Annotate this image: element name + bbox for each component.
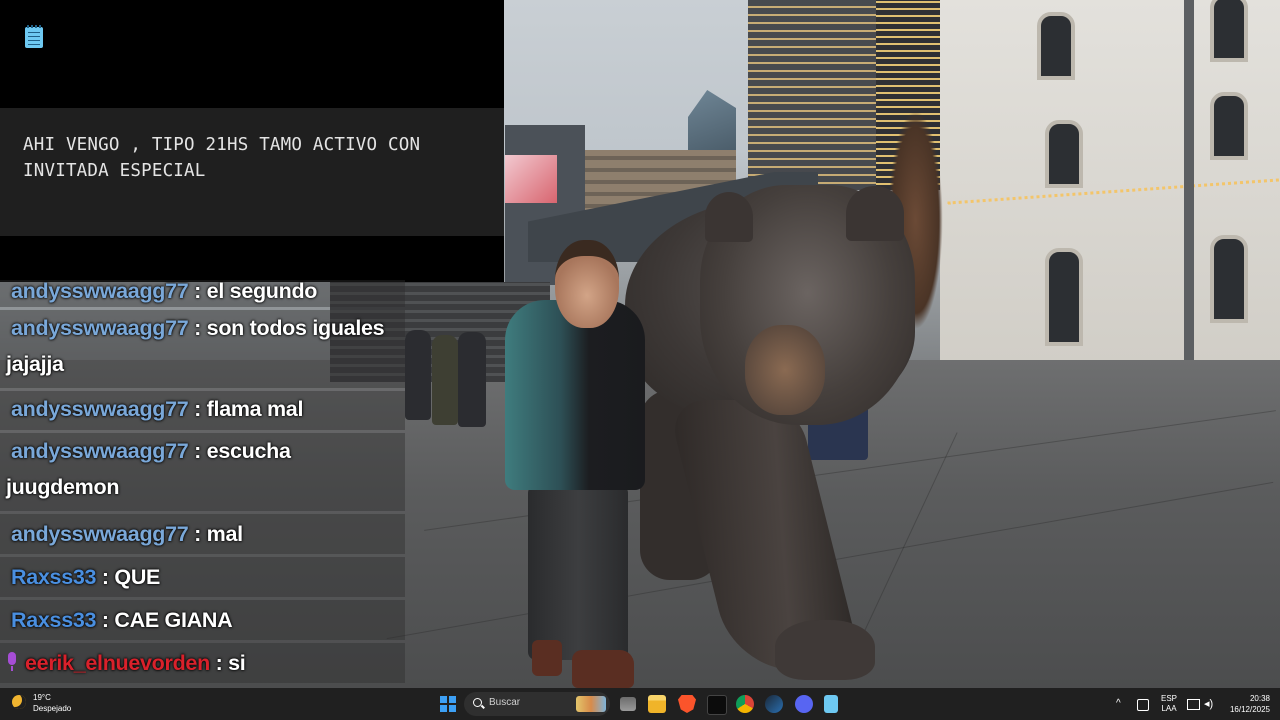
presenter-legs	[528, 485, 628, 660]
tiger-statue-paw	[775, 620, 875, 680]
chat-message: andysswwaagg77 : escucha juugdemon	[0, 433, 405, 511]
brave-icon[interactable]	[678, 695, 696, 713]
chat-text: flama mal	[206, 397, 304, 421]
chat-separator: :	[209, 651, 229, 675]
presenter-boot	[532, 640, 562, 676]
chat-message: andysswwaagg77 : flama mal	[0, 391, 405, 430]
chat-separator: :	[188, 522, 207, 546]
chat-message: andysswwaagg77 : el segundo	[0, 280, 405, 307]
tiger-statue-snout	[745, 325, 825, 415]
display-icon[interactable]	[1187, 699, 1200, 710]
billboard-screen	[505, 155, 557, 203]
chat-message: Raxss33 : CAE GIANA	[0, 600, 405, 640]
terminal-icon[interactable]	[707, 695, 727, 715]
tiger-statue-ear	[846, 186, 904, 241]
chat-overlay: andysswwaagg77 : el segundo andysswwaagg…	[0, 280, 405, 686]
moon-icon	[12, 695, 26, 709]
weather-desc: Despejado	[33, 704, 72, 713]
clock-date: 16/12/2025	[1229, 705, 1270, 714]
clock[interactable]: 20:38 16/12/2025	[1222, 693, 1270, 715]
task-view-icon[interactable]	[620, 697, 636, 711]
language-indicator[interactable]: ESP LAA	[1161, 694, 1177, 714]
chat-separator: :	[188, 439, 207, 463]
chat-separator: :	[96, 565, 115, 589]
chat-username: andysswwaagg77	[11, 522, 189, 546]
chat-username: andysswwaagg77	[11, 316, 189, 340]
language-code: ESP	[1161, 694, 1178, 703]
chat-text: el segundo	[206, 279, 318, 303]
windows-taskbar: 19°C Despejado Buscar ^ ESP LAA ◂) 20:38…	[0, 688, 1280, 720]
file-explorer-icon[interactable]	[648, 695, 666, 713]
pedestrian	[458, 332, 486, 427]
search-label: Buscar	[489, 697, 521, 708]
chat-separator: :	[188, 397, 207, 421]
chat-text: QUE	[114, 565, 161, 589]
keyboard-layout: LAA	[1161, 704, 1177, 713]
chat-username: andysswwaagg77	[11, 279, 189, 303]
chat-separator: :	[188, 316, 207, 340]
chat-message: andysswwaagg77 : son todos iguales jajaj…	[0, 310, 405, 388]
notepad-icon[interactable]	[824, 695, 838, 713]
chat-message: andysswwaagg77 : mal	[0, 514, 405, 554]
notepad-overlay: AHI VENGO , TIPO 21HS TAMO ACTIVO CON IN…	[0, 0, 504, 282]
chat-separator: :	[96, 608, 115, 632]
chat-username: Raxss33	[11, 608, 97, 632]
chat-message: Raxss33 : QUE	[0, 557, 405, 597]
chevron-up-icon[interactable]: ^	[1116, 698, 1121, 709]
pedestrian	[432, 335, 458, 425]
presenter-jacket	[505, 300, 645, 490]
chat-username: andysswwaagg77	[11, 397, 189, 421]
notepad-text-area[interactable]: AHI VENGO , TIPO 21HS TAMO ACTIVO CON IN…	[0, 108, 504, 236]
chat-username: Raxss33	[11, 565, 97, 589]
search-highlight-image	[576, 696, 606, 712]
microphone-icon	[6, 652, 17, 672]
clock-time: 20:38	[1249, 694, 1270, 703]
chrome-icon[interactable]	[736, 695, 754, 713]
lamp-pole	[1184, 0, 1194, 385]
network-icon[interactable]	[1137, 699, 1149, 711]
taskbar-search[interactable]: Buscar	[464, 692, 610, 716]
chat-separator: :	[188, 279, 207, 303]
steam-icon[interactable]	[765, 695, 783, 713]
chat-username: andysswwaagg77	[11, 439, 189, 463]
volume-icon[interactable]: ◂)	[1204, 697, 1213, 710]
presenter-head	[555, 240, 619, 328]
tiger-statue-ear	[705, 192, 753, 242]
office-tower	[748, 0, 880, 190]
discord-icon[interactable]	[795, 695, 813, 713]
pedestrian	[405, 330, 431, 420]
presenter-boot	[572, 650, 634, 688]
chat-text: CAE GIANA	[114, 608, 233, 632]
chat-message: eerik_elnuevorden : si	[0, 643, 405, 683]
chat-text: si	[228, 651, 246, 675]
notepad-icon	[25, 25, 43, 48]
search-icon	[473, 698, 482, 707]
weather-temp: 19°C	[33, 693, 51, 702]
chat-username: eerik_elnuevorden	[25, 651, 210, 675]
notepad-text: AHI VENGO , TIPO 21HS TAMO ACTIVO CON IN…	[23, 135, 421, 181]
chat-text: mal	[206, 522, 243, 546]
start-icon[interactable]	[440, 696, 456, 712]
